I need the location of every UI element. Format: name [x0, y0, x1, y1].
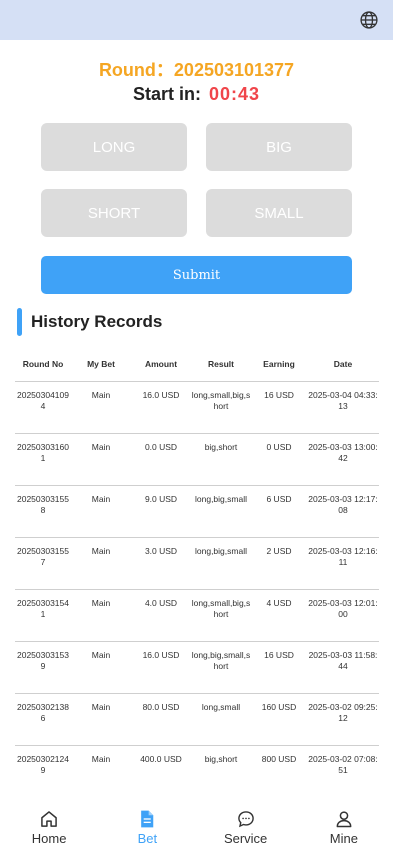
- history-title: History Records: [31, 312, 163, 331]
- submit-button[interactable]: Submit: [41, 256, 352, 294]
- section-accent-bar: [17, 308, 22, 336]
- home-icon: [41, 811, 57, 827]
- globe-icon[interactable]: [359, 10, 379, 30]
- tab-home[interactable]: Home: [0, 797, 98, 851]
- round-number: 202503101377: [173, 60, 295, 80]
- table-cell: Main: [71, 589, 131, 642]
- table-row: 202503021386 Main 80.0 USD long,small 160 US…: [15, 693, 379, 746]
- table-cell: 16.0 USD: [131, 381, 191, 434]
- round-label: Round：: [98, 60, 174, 80]
- document-icon: [141, 810, 154, 828]
- countdown: Start in: 00:43: [0, 84, 393, 105]
- table-cell: big,short: [191, 433, 251, 486]
- tab-label: Home: [31, 831, 67, 846]
- table-cell: 0 USD: [251, 433, 307, 486]
- bet-big-button[interactable]: BIG: [206, 123, 352, 171]
- table-cell: 16 USD: [251, 641, 307, 694]
- table-cell: Main: [71, 433, 131, 486]
- history-table: Round No My Bet Amount Result Earning Da…: [15, 348, 379, 798]
- column-header: Result: [191, 348, 251, 382]
- column-header: Date: [307, 348, 379, 382]
- table-cell: long,big,small: [191, 537, 251, 590]
- table-row: 202503031539 Main 16.0 USD long,big,small,s…: [15, 641, 379, 694]
- column-header: Round No: [15, 348, 71, 382]
- countdown-label: Start in:: [132, 84, 201, 104]
- table-cell: long,big,small: [191, 485, 251, 538]
- table-cell: 2025-03-03 12:01:00: [307, 589, 379, 642]
- table-cell: big,short: [191, 745, 251, 798]
- table-row: 202503041094 Main 16.0 USD long,small,big,s…: [15, 381, 379, 434]
- table-cell: 4 USD: [251, 589, 307, 642]
- column-header: Amount: [131, 348, 191, 382]
- table-cell: long,small,big,short: [191, 589, 251, 642]
- table-cell: Main: [71, 537, 131, 590]
- chat-icon: [237, 811, 254, 828]
- table-cell: 80.0 USD: [131, 693, 191, 746]
- table-row: 202503031558 Main 9.0 USD long,big,small 6 U…: [15, 485, 379, 538]
- table-cell: 202503031539: [15, 641, 71, 694]
- table-row: 202503031557 Main 3.0 USD long,big,small 2 U…: [15, 537, 379, 590]
- table-cell: 2025-03-02 09:25:12: [307, 693, 379, 746]
- table-cell: 202503031558: [15, 485, 71, 538]
- bottom-tab-bar: Home Bet Service Mine: [0, 797, 393, 851]
- table-cell: 2025-03-04 04:33:13: [307, 381, 379, 434]
- table-row: 202503021249 Main 400.0 USD big,short 800 US…: [15, 745, 379, 798]
- table-cell: 202503031601: [15, 433, 71, 486]
- history-table-body: 202503041094 Main 16.0 USD long,small,big,s…: [15, 381, 379, 798]
- bet-long-button[interactable]: LONG: [41, 123, 187, 171]
- table-header-row: Round No My Bet Amount Result Earning Da…: [15, 348, 379, 382]
- table-row: 202503031601 Main 0.0 USD big,short 0 USD 202…: [15, 433, 379, 486]
- bet-small-button[interactable]: SMALL: [206, 189, 352, 237]
- table-cell: 202503031557: [15, 537, 71, 590]
- table-cell: 2025-03-03 11:58:44: [307, 641, 379, 694]
- round-info: Round：202503101377: [0, 56, 393, 82]
- table-cell: Main: [71, 381, 131, 434]
- top-bar: [0, 0, 393, 40]
- table-cell: Main: [71, 693, 131, 746]
- countdown-time: 00:43: [208, 84, 261, 104]
- bet-short-button[interactable]: SHORT: [41, 189, 187, 237]
- table-cell: 202503031541: [15, 589, 71, 642]
- table-cell: 0.0 USD: [131, 433, 191, 486]
- table-cell: 160 USD: [251, 693, 307, 746]
- tab-label: Service: [223, 831, 268, 846]
- table-cell: 6 USD: [251, 485, 307, 538]
- tab-bet[interactable]: Bet: [98, 797, 196, 851]
- tab-label: Mine: [329, 831, 358, 846]
- table-cell: long,big,small,short: [191, 641, 251, 694]
- column-header: Earning: [251, 348, 307, 382]
- table-cell: Main: [71, 745, 131, 798]
- table-cell: Main: [71, 641, 131, 694]
- table-cell: 2025-03-03 12:16:11: [307, 537, 379, 590]
- table-cell: 9.0 USD: [131, 485, 191, 538]
- table-cell: 202503041094: [15, 381, 71, 434]
- table-cell: long,small,big,short: [191, 381, 251, 434]
- table-cell: 2025-03-03 12:17:08: [307, 485, 379, 538]
- tab-service[interactable]: Service: [197, 797, 295, 851]
- table-cell: 2025-03-03 13:00:42: [307, 433, 379, 486]
- table-cell: 16.0 USD: [131, 641, 191, 694]
- table-cell: 2 USD: [251, 537, 307, 590]
- table-cell: 400.0 USD: [131, 745, 191, 798]
- table-cell: Main: [71, 485, 131, 538]
- table-row: 202503031541 Main 4.0 USD long,small,big,sh…: [15, 589, 379, 642]
- table-cell: 202503021386: [15, 693, 71, 746]
- user-icon: [336, 811, 352, 828]
- table-cell: 800 USD: [251, 745, 307, 798]
- table-cell: 4.0 USD: [131, 589, 191, 642]
- table-cell: 16 USD: [251, 381, 307, 434]
- tab-label: Bet: [137, 831, 158, 846]
- table-cell: 2025-03-02 07:08:51: [307, 745, 379, 798]
- table-cell: long,small: [191, 693, 251, 746]
- table-cell: 202503021249: [15, 745, 71, 798]
- tab-mine[interactable]: Mine: [295, 797, 393, 851]
- table-cell: 3.0 USD: [131, 537, 191, 590]
- column-header: My Bet: [71, 348, 131, 382]
